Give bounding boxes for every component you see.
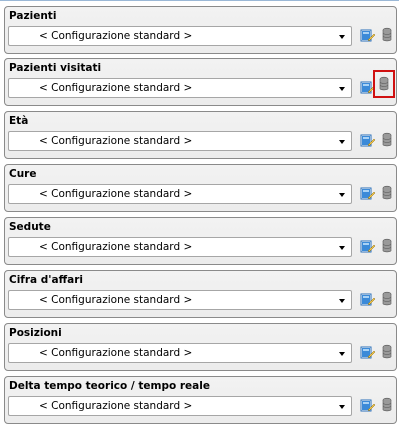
dropdown-selected-value: < Configurazione standard > <box>39 135 193 147</box>
database-icon[interactable] <box>379 344 395 360</box>
report-panel-4: Cure < Configurazione standard > <box>4 164 397 212</box>
panel-title: Delta tempo teorico / tempo reale <box>9 380 210 392</box>
database-icon-selected[interactable] <box>373 70 395 98</box>
configuration-dropdown[interactable]: < Configurazione standard > <box>8 290 352 310</box>
configuration-dropdown[interactable]: < Configurazione standard > <box>8 237 352 257</box>
panel-title: Sedute <box>9 221 51 233</box>
dropdown-arrow-icon[interactable] <box>339 299 345 303</box>
database-icon[interactable] <box>379 27 395 43</box>
report-panel-5: Sedute < Configurazione standard > <box>4 217 397 265</box>
edit-config-icon[interactable] <box>359 132 376 148</box>
edit-config-icon[interactable] <box>359 79 376 95</box>
database-icon[interactable] <box>379 132 395 148</box>
edit-config-icon[interactable] <box>359 27 376 43</box>
edit-config-icon[interactable] <box>359 238 376 254</box>
configuration-dropdown[interactable]: < Configurazione standard > <box>8 26 352 46</box>
panel-title: Pazienti visitati <box>9 62 102 74</box>
panel-title: Cifra d'affari <box>9 274 83 286</box>
edit-config-icon[interactable] <box>359 344 376 360</box>
dropdown-selected-value: < Configurazione standard > <box>39 241 193 253</box>
report-panel-3: Età < Configurazione standard > <box>4 111 397 159</box>
database-icon[interactable] <box>379 397 395 413</box>
dropdown-arrow-icon[interactable] <box>339 87 345 91</box>
dropdown-selected-value: < Configurazione standard > <box>39 294 193 306</box>
dropdown-arrow-icon[interactable] <box>339 405 345 409</box>
dropdown-selected-value: < Configurazione standard > <box>39 347 193 359</box>
configuration-dropdown[interactable]: < Configurazione standard > <box>8 343 352 363</box>
panel-title: Posizioni <box>9 327 62 339</box>
dropdown-selected-value: < Configurazione standard > <box>39 30 193 42</box>
configuration-dropdown[interactable]: < Configurazione standard > <box>8 78 352 98</box>
panel-title: Cure <box>9 168 37 180</box>
dropdown-arrow-icon[interactable] <box>339 352 345 356</box>
configuration-dropdown[interactable]: < Configurazione standard > <box>8 184 352 204</box>
window-top-border <box>0 0 399 5</box>
dropdown-arrow-icon[interactable] <box>339 246 345 250</box>
configuration-dropdown[interactable]: < Configurazione standard > <box>8 396 352 416</box>
report-panel-1: Pazienti < Configurazione standard > <box>4 6 397 54</box>
edit-config-icon[interactable] <box>359 397 376 413</box>
database-icon[interactable] <box>379 185 395 201</box>
edit-config-icon[interactable] <box>359 185 376 201</box>
dropdown-selected-value: < Configurazione standard > <box>39 188 193 200</box>
dropdown-arrow-icon[interactable] <box>339 193 345 197</box>
edit-config-icon[interactable] <box>359 291 376 307</box>
panel-title: Età <box>9 115 29 127</box>
dropdown-selected-value: < Configurazione standard > <box>39 400 193 412</box>
report-panel-7: Posizioni < Configurazione standard > <box>4 323 397 371</box>
report-panel-6: Cifra d'affari < Configurazione standard… <box>4 270 397 318</box>
report-panel-8: Delta tempo teorico / tempo reale < Conf… <box>4 376 397 424</box>
dropdown-arrow-icon[interactable] <box>339 140 345 144</box>
dropdown-selected-value: < Configurazione standard > <box>39 82 193 94</box>
database-icon[interactable] <box>379 238 395 254</box>
configuration-dropdown[interactable]: < Configurazione standard > <box>8 131 352 151</box>
dropdown-arrow-icon[interactable] <box>339 35 345 39</box>
database-icon[interactable] <box>379 291 395 307</box>
panel-title: Pazienti <box>9 10 57 22</box>
report-panel-2: Pazienti visitati < Configurazione stand… <box>4 58 397 106</box>
